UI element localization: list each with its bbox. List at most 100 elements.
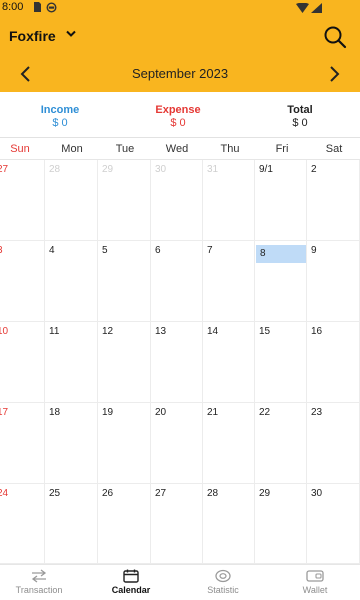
calendar-day-cell[interactable]: 6 [151,241,203,322]
day-number: 16 [311,326,323,337]
total-summary: Total $ 0 [240,104,360,130]
calendar-day-cell[interactable]: 15 [255,322,307,403]
calendar-day-cell[interactable]: 7 [203,241,255,322]
calendar-day-cell[interactable]: 27 [151,484,203,564]
nav-calendar[interactable]: Calendar [86,569,176,595]
sim-card-icon [34,2,41,12]
calendar-day-cell[interactable]: 26 [98,484,151,564]
day-number: 19 [102,407,114,418]
day-number: 29 [102,164,114,175]
day-number: 26 [102,488,114,499]
calendar-day-cell[interactable]: 2 [307,160,360,241]
bottom-navigation: Transaction Calendar Statistic Wallet [0,564,360,600]
weekday-header: Sun Mon Tue Wed Thu Fri Sat [0,140,360,160]
calendar-day-cell[interactable]: 20 [151,403,203,484]
wifi-icon [296,3,309,13]
calendar-day-cell[interactable]: 29 [255,484,307,564]
calendar-day-cell[interactable]: 5 [98,241,151,322]
status-time: 8:00 [2,1,24,13]
calendar-day-cell[interactable]: 10 [0,322,45,403]
calendar-day-cell[interactable]: 18 [45,403,98,484]
calendar-day-cell[interactable]: 16 [307,322,360,403]
weekday-fri: Fri [275,143,289,155]
weekday-sat: Sat [325,143,343,155]
chevron-right-icon[interactable] [324,64,344,84]
total-value: $ 0 [292,117,308,129]
calendar-day-cell[interactable]: 31 [203,160,255,241]
day-number: 20 [155,407,167,418]
calendar-day-cell[interactable]: 17 [0,403,45,484]
transaction-icon [31,569,47,583]
calendar-day-cell[interactable]: 30 [151,160,203,241]
day-number: 27 [155,488,167,499]
calendar-day-cell[interactable]: 29 [98,160,151,241]
day-number: 28 [207,488,219,499]
summary-bar: Income $ 0 Expense $ 0 Total $ 0 [0,92,360,138]
calendar-day-cell[interactable]: 25 [45,484,98,564]
weekday-wed: Wed [165,143,189,155]
calendar-day-cell[interactable]: 14 [203,322,255,403]
search-icon[interactable] [322,24,348,50]
day-number: 22 [259,407,271,418]
day-number: 13 [155,326,167,337]
calendar-day-cell[interactable]: 19 [98,403,151,484]
weekday-thu: Thu [220,143,240,155]
calendar-day-cell[interactable]: 21 [203,403,255,484]
calendar-day-cell[interactable]: 3 [0,241,45,322]
day-number: 24 [0,488,9,499]
day-number: 11 [49,326,60,337]
day-number: 25 [49,488,61,499]
nav-wallet[interactable]: Wallet [270,569,360,595]
calendar-icon [123,569,139,583]
chevron-left-icon[interactable] [16,64,36,84]
day-number: 4 [49,245,55,256]
status-bar: 8:00 [0,0,360,16]
calendar-day-cell[interactable]: 23 [307,403,360,484]
calendar-day-cell[interactable]: 9/1 [255,160,307,241]
day-number: 28 [49,164,61,175]
calendar-day-cell[interactable]: 22 [255,403,307,484]
day-number: 31 [207,164,219,175]
statistic-icon [215,569,231,583]
calendar-day-cell[interactable]: 27 [0,160,45,241]
nav-label-wallet: Wallet [302,585,328,595]
weekday-mon: Mon [61,143,83,155]
income-value: $ 0 [52,117,68,129]
day-number: 5 [102,245,108,256]
calendar-day-cell[interactable]: 24 [0,484,45,564]
calendar-day-cell[interactable]: 4 [45,241,98,322]
chevron-down-icon[interactable] [66,30,76,38]
nav-transaction[interactable]: Transaction [0,569,84,595]
calendar-day-cell[interactable]: 9 [307,241,360,322]
day-number: 7 [207,245,213,256]
day-number: 2 [311,164,317,175]
day-number: 8 [256,245,306,263]
month-label[interactable]: September 2023 [60,66,300,81]
title-bar: Foxfire [0,22,360,52]
app-title[interactable]: Foxfire [9,28,56,44]
calendar-day-cell[interactable]: 30 [307,484,360,564]
wallet-icon [306,570,324,582]
calendar-day-cell[interactable]: 11 [45,322,98,403]
calendar-day-cell[interactable]: 28 [45,160,98,241]
nav-statistic[interactable]: Statistic [178,569,268,595]
weekday-sun: Sun [10,143,30,155]
day-number: 9/1 [259,164,273,175]
month-navigator: September 2023 [0,60,360,88]
day-number: 10 [0,326,9,337]
day-number: 17 [0,407,9,418]
calendar-day-cell[interactable]: 8 [255,241,307,322]
day-number: 30 [311,488,323,499]
total-label: Total [287,104,313,116]
calendar-day-cell[interactable]: 12 [98,322,151,403]
calendar-day-cell[interactable]: 28 [203,484,255,564]
day-number: 15 [259,326,271,337]
calendar-day-cell[interactable]: 13 [151,322,203,403]
day-number: 21 [207,407,219,418]
day-number: 30 [155,164,167,175]
signal-icon [311,3,322,13]
nav-label-calendar: Calendar [111,585,151,595]
calendar-grid: 27282930319/1234567891011121314151617181… [0,160,360,564]
day-number: 18 [49,407,61,418]
day-number: 9 [311,245,317,256]
